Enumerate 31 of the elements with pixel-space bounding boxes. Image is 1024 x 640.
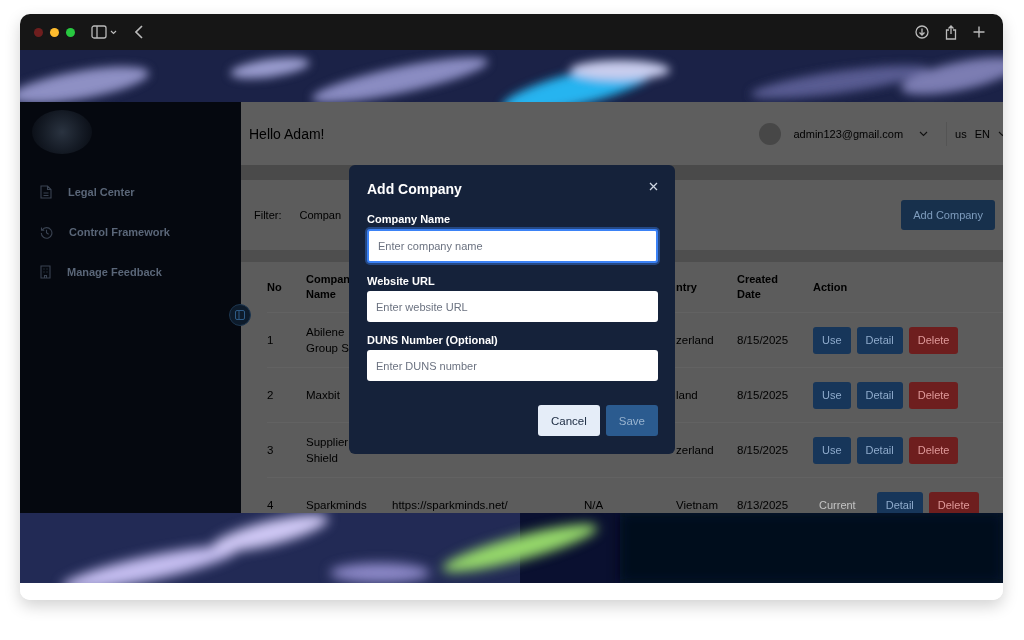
table-cell-text: Maxbit [306, 388, 340, 403]
table-cell-text: https://sparkminds.net/ [392, 498, 508, 513]
table-cell-text: 4 [267, 498, 274, 513]
filter-label: Filter: [254, 209, 282, 221]
flag-label: us [955, 127, 967, 140]
column-header: Created Date [737, 272, 779, 302]
field-label: Company Name [367, 213, 452, 225]
column-header: Action [813, 279, 848, 295]
table-cell-text: Sparkminds [306, 498, 367, 513]
table-cell-text: 8/15/2025 [737, 443, 789, 458]
table-cell-text: N/A [584, 498, 604, 513]
table-cell-text: 8/15/2025 [737, 388, 789, 403]
dialog-title: Add Company [367, 181, 462, 197]
field-label: Website URL [367, 275, 436, 287]
table-cell-text: land [676, 388, 698, 403]
column-header: No [267, 279, 282, 295]
greeting-text: Hello Adam! [249, 125, 325, 142]
table-cell-text: Vietnam [676, 498, 718, 513]
table-cell-text: 8/15/2025 [737, 333, 789, 348]
table-cell-text: 8/13/2025 [737, 498, 789, 513]
field-label: DUNS Number (Optional) [367, 334, 499, 346]
table-cell-text: Abilene Group S [306, 325, 350, 356]
column-header: ntry [676, 279, 697, 295]
current-label: Current [818, 498, 857, 513]
table-cell-text: 3 [267, 443, 274, 458]
column-header: Compan Name [306, 272, 351, 302]
table-cell-text: 1 [267, 333, 274, 348]
table-cell-text: zerland [676, 333, 714, 348]
table-cell-text: Supplier Shield [306, 435, 350, 466]
table-cell-text: 2 [267, 388, 274, 403]
table-cell-text: zerland [676, 443, 714, 458]
